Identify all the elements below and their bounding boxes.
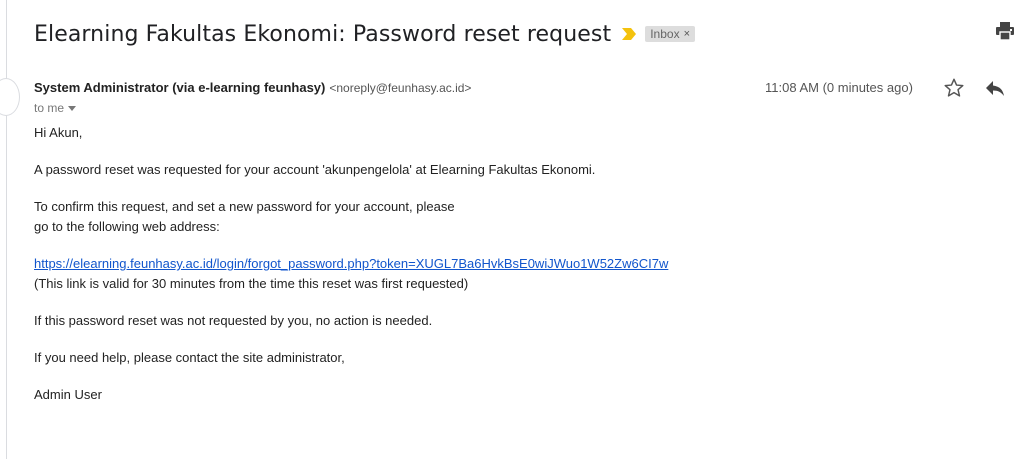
body-paragraph-request: A password reset was requested for your … (34, 162, 596, 177)
importance-marker-icon[interactable] (621, 27, 637, 41)
inbox-label-text: Inbox (650, 27, 680, 41)
email-timestamp: 11:08 AM (0 minutes ago) (765, 80, 913, 95)
recipient-label: to me (34, 101, 65, 115)
link-validity-note: (This link is valid for 30 minutes from … (34, 276, 469, 291)
body-paragraph-link: https://elearning.feunhasy.ac.id/login/f… (34, 254, 994, 294)
recipient-toggle[interactable]: to me (34, 101, 77, 115)
email-body: Hi Akun, A password reset was requested … (34, 123, 994, 422)
sender-name[interactable]: System Administrator (via e-learning feu… (34, 80, 325, 95)
sender-email: <noreply@feunhasy.ac.id> (329, 81, 472, 95)
body-paragraph-help: If you need help, please contact the sit… (34, 350, 345, 365)
reply-icon[interactable] (984, 78, 1006, 98)
greeting: Hi Akun, (34, 125, 83, 140)
star-icon[interactable] (943, 77, 965, 99)
print-icon[interactable] (994, 21, 1016, 41)
avatar (0, 78, 20, 116)
email-subject: Elearning Fakultas Ekonomi: Password res… (34, 21, 612, 47)
subject-row: Elearning Fakultas Ekonomi: Password res… (34, 14, 1030, 54)
reset-password-link[interactable]: https://elearning.feunhasy.ac.id/login/f… (34, 256, 668, 271)
inbox-label: Inbox × (645, 26, 696, 42)
body-paragraph-ignore: If this password reset was not requested… (34, 313, 433, 328)
signature: Admin User (34, 387, 102, 402)
left-border (6, 0, 7, 459)
remove-label-icon[interactable]: × (684, 28, 690, 40)
body-paragraph-confirm: To confirm this request, and set a new p… (34, 197, 994, 237)
chevron-down-icon (68, 105, 77, 111)
confirm-line-2: go to the following web address: (34, 219, 220, 234)
confirm-line-1: To confirm this request, and set a new p… (34, 199, 455, 214)
